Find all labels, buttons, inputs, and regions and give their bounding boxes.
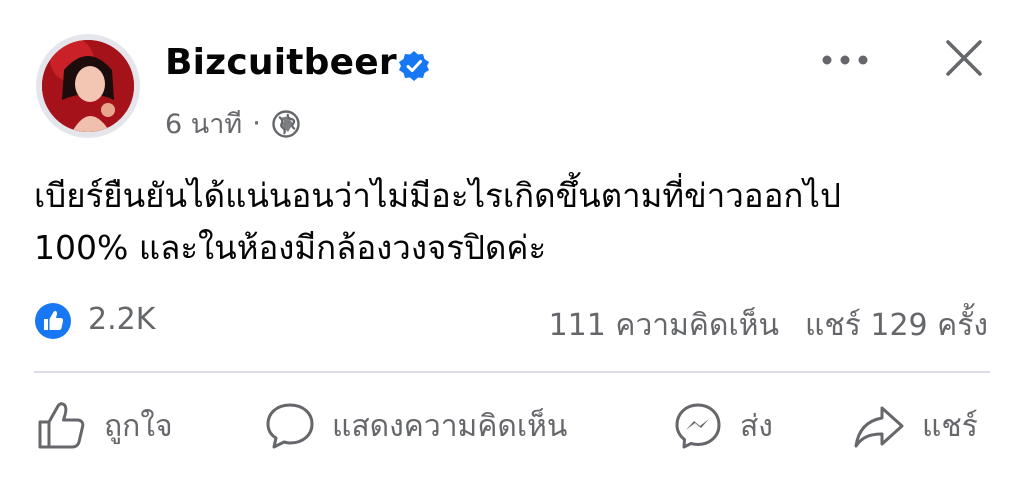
post-text-line-2: 100% และในห้องมีกล้องวงจรปิดค่ะ [34, 228, 547, 267]
send-button[interactable]: ส่ง [672, 398, 773, 454]
comment-button[interactable]: แสดงความคิดเห็น [264, 398, 567, 454]
share-button[interactable]: แชร์ [852, 398, 978, 454]
avatar[interactable] [36, 34, 140, 138]
more-options-icon[interactable] [820, 48, 870, 72]
engagement-stats: 111 ความคิดเห็น แชร์ 129 ครั้ง [549, 302, 988, 349]
author-name[interactable]: Bizcuitbeer [165, 42, 397, 83]
send-button-label: ส่ง [740, 408, 773, 444]
like-button-label: ถูกใจ [104, 408, 173, 444]
globe-icon [272, 109, 300, 138]
comment-bubble-icon [266, 403, 314, 449]
like-button[interactable]: ถูกใจ [36, 398, 173, 454]
post-text: เบียร์ยืนยันได้แน่นอนว่าไม่มีอะไรเกิดขึ้… [34, 170, 1004, 274]
avatar-photo [42, 40, 134, 132]
post-text-line-1: เบียร์ยืนยันได้แน่นอนว่าไม่มีอะไรเกิดขึ้… [34, 176, 841, 215]
post-time[interactable]: 6 นาที [165, 102, 242, 145]
avatar-image-icon [42, 40, 134, 132]
verified-badge-icon [399, 51, 429, 81]
like-reaction-icon[interactable] [34, 302, 72, 340]
share-button-label: แชร์ [922, 408, 978, 444]
close-icon[interactable] [944, 38, 984, 78]
comment-button-label: แสดงความคิดเห็น [332, 408, 568, 444]
divider [34, 371, 990, 373]
messenger-icon [675, 403, 721, 449]
comment-count[interactable]: 111 ความคิดเห็น [549, 302, 779, 349]
thumbs-up-icon [38, 402, 85, 449]
post-meta: 6 นาที · [165, 102, 301, 145]
meta-separator: · [252, 108, 261, 139]
share-count[interactable]: แชร์ 129 ครั้ง [805, 302, 988, 349]
like-count[interactable]: 2.2K [88, 302, 155, 337]
share-arrow-icon [854, 406, 904, 448]
